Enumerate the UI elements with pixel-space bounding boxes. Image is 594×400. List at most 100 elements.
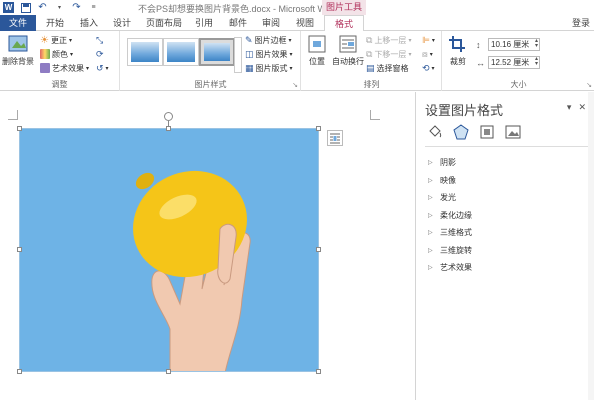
section-glow-label: 发光 bbox=[440, 193, 456, 203]
picture-style-3[interactable] bbox=[199, 38, 235, 66]
tab-references[interactable]: 引用 bbox=[191, 15, 217, 31]
corrections-button[interactable]: ☀ 更正 ▾ bbox=[40, 34, 72, 46]
tab-design[interactable]: 设计 bbox=[109, 15, 135, 31]
change-picture-button[interactable]: ⟳ bbox=[96, 48, 104, 60]
rotate-handle[interactable] bbox=[164, 112, 173, 121]
selection-pane-button[interactable]: ▤ 选择窗格 bbox=[366, 62, 409, 74]
customize-qat-icon[interactable]: ≡ bbox=[88, 2, 99, 13]
save-icon[interactable] bbox=[20, 2, 31, 13]
position-button[interactable]: 位置 bbox=[306, 34, 328, 67]
tab-home[interactable]: 开始 bbox=[42, 15, 68, 31]
expand-icon: ▷ bbox=[428, 230, 433, 237]
dialog-launcher-icon[interactable]: ↘ bbox=[586, 81, 592, 89]
word-logo-icon: W bbox=[3, 2, 14, 13]
chevron-down-icon: ▾ bbox=[408, 37, 412, 44]
chevron-down-icon: ▾ bbox=[289, 65, 293, 72]
wrap-text-label: 自动换行 bbox=[332, 57, 364, 66]
chevron-down-icon: ▾ bbox=[429, 51, 433, 58]
pane-controls: ▾ ✕ bbox=[567, 102, 586, 113]
artistic-effects-label: 艺术效果 bbox=[52, 63, 84, 73]
picture-style-1[interactable] bbox=[127, 38, 163, 66]
close-icon[interactable]: ✕ bbox=[578, 102, 586, 113]
undo-dropdown-icon[interactable]: ▾ bbox=[54, 2, 65, 13]
login-link[interactable]: 登录 bbox=[572, 15, 590, 31]
pane-scrollbar[interactable] bbox=[588, 92, 594, 400]
tab-view[interactable]: 视图 bbox=[292, 15, 318, 31]
section-shadow-label: 阴影 bbox=[440, 158, 456, 168]
dialog-launcher-icon[interactable]: ↘ bbox=[292, 81, 298, 89]
chevron-down-icon: ▾ bbox=[289, 51, 293, 58]
width-input[interactable]: 12.52 厘米 ▴ ▾ bbox=[488, 56, 540, 69]
resize-handle-top-left[interactable] bbox=[17, 126, 22, 131]
tab-page-layout[interactable]: 页面布局 bbox=[144, 15, 184, 31]
height-input[interactable]: 10.16 厘米 ▴ ▾ bbox=[488, 38, 540, 51]
resize-handle-bottom-right[interactable] bbox=[316, 369, 321, 374]
rotate-button[interactable]: ⟲ ▾ bbox=[422, 62, 435, 74]
picture-style-2[interactable] bbox=[163, 38, 199, 66]
section-soft-edges[interactable]: ▷ 柔化边缘 bbox=[428, 207, 472, 225]
quick-access-toolbar: W ↶ ▾ ↷ ≡ bbox=[3, 1, 99, 14]
compress-icon: ⤡ bbox=[96, 34, 104, 45]
color-button[interactable]: 颜色 ▾ bbox=[40, 48, 73, 60]
bring-forward-label: 上移一层 bbox=[374, 35, 407, 45]
pane-options-icon[interactable]: ▾ bbox=[567, 102, 572, 113]
reset-picture-button[interactable]: ↺ ▾ bbox=[96, 62, 109, 74]
picture-layout-button[interactable]: ▦ 图片版式 ▾ bbox=[245, 62, 293, 74]
resize-handle-bottom[interactable] bbox=[166, 369, 171, 374]
redo-icon[interactable]: ↷ bbox=[71, 2, 82, 13]
tab-review[interactable]: 审阅 bbox=[258, 15, 284, 31]
resize-handle-bottom-left[interactable] bbox=[17, 369, 22, 374]
section-3d-rotation[interactable]: ▷ 三维旋转 bbox=[428, 242, 472, 260]
remove-background-icon bbox=[8, 35, 28, 52]
effects-icon[interactable] bbox=[453, 124, 469, 140]
section-shadow[interactable]: ▷ 阴影 bbox=[428, 154, 472, 172]
crop-label: 裁剪 bbox=[450, 57, 466, 66]
picture-icon[interactable] bbox=[505, 124, 521, 140]
ribbon: 删除背景 ☀ 更正 ▾ 颜色 ▾ 艺术效果 ▾ ⤡ ⟳ ↺ ▾ 调整 ✎ 图片边… bbox=[0, 31, 594, 91]
spin-arrows-icon[interactable]: ▴ ▾ bbox=[535, 56, 538, 67]
layout-properties-icon[interactable] bbox=[479, 124, 495, 140]
chevron-down-icon: ▾ bbox=[408, 51, 412, 58]
wrap-text-button[interactable]: 自动换行 bbox=[332, 34, 364, 67]
tab-format[interactable]: 格式 bbox=[324, 15, 364, 32]
resize-handle-left[interactable] bbox=[17, 247, 22, 252]
resize-handle-top[interactable] bbox=[166, 126, 171, 131]
group-size-label: 大小 bbox=[510, 80, 527, 89]
section-reflection[interactable]: ▷ 映像 bbox=[428, 172, 472, 190]
chevron-down-icon: ▾ bbox=[431, 65, 435, 72]
width-icon: ↔ bbox=[476, 58, 485, 68]
resize-handle-right[interactable] bbox=[316, 247, 321, 252]
section-artistic-effects[interactable]: ▷ 艺术效果 bbox=[428, 259, 472, 277]
compress-pictures-button[interactable]: ⤡ bbox=[96, 34, 103, 46]
wrap-text-icon bbox=[339, 35, 357, 53]
group-button[interactable]: ⧇ ▾ bbox=[422, 48, 433, 60]
remove-background-button[interactable]: 删除背景 bbox=[2, 34, 34, 67]
rotate-objects-icon: ⟲ bbox=[422, 62, 430, 73]
picture-layout-icon: ▦ bbox=[245, 62, 254, 73]
align-icon: ⊫ bbox=[422, 34, 430, 45]
artistic-effects-button[interactable]: 艺术效果 ▾ bbox=[40, 62, 89, 74]
bring-forward-button[interactable]: ⧉ 上移一层 ▾ bbox=[366, 34, 411, 46]
align-button[interactable]: ⊫ ▾ bbox=[422, 34, 435, 46]
group-arrange: 位置 自动换行 ⧉ 上移一层 ▾ ⧉ 下移一层 ▾ ▤ 选择窗格 ⊫ ▾ ⧇ ▾ bbox=[302, 31, 442, 91]
picture-border-button[interactable]: ✎ 图片边框 ▾ bbox=[245, 34, 292, 46]
section-soft-edges-label: 柔化边缘 bbox=[440, 210, 472, 220]
pane-sections: ▷ 阴影 ▷ 映像 ▷ 发光 ▷ 柔化边缘 ▷ 三维格式 ▷ 三维旋转 ▷ 艺术效果 bbox=[428, 154, 472, 277]
styles-gallery-scroll[interactable] bbox=[234, 37, 242, 73]
section-glow[interactable]: ▷ 发光 bbox=[428, 189, 472, 207]
picture-effects-button[interactable]: ◫ 图片效果 ▾ bbox=[245, 48, 293, 60]
lemon-photo[interactable] bbox=[19, 128, 319, 372]
spin-arrows-icon[interactable]: ▴ ▾ bbox=[535, 38, 538, 49]
undo-icon[interactable]: ↶ bbox=[37, 2, 48, 13]
chevron-down-icon: ▾ bbox=[431, 37, 435, 44]
ribbon-tabs: 文件 开始 插入 设计 页面布局 引用 邮件 审阅 视图 格式 登录 bbox=[0, 15, 594, 32]
tab-insert[interactable]: 插入 bbox=[76, 15, 102, 31]
layout-options-button[interactable] bbox=[327, 130, 343, 146]
tab-file[interactable]: 文件 bbox=[0, 15, 36, 31]
tab-mailings[interactable]: 邮件 bbox=[225, 15, 251, 31]
section-3d-format[interactable]: ▷ 三维格式 bbox=[428, 224, 472, 242]
crop-button[interactable]: 裁剪 bbox=[447, 34, 469, 67]
send-backward-button[interactable]: ⧉ 下移一层 ▾ bbox=[366, 48, 411, 60]
resize-handle-top-right[interactable] bbox=[316, 126, 321, 131]
fill-line-icon[interactable] bbox=[427, 124, 443, 140]
